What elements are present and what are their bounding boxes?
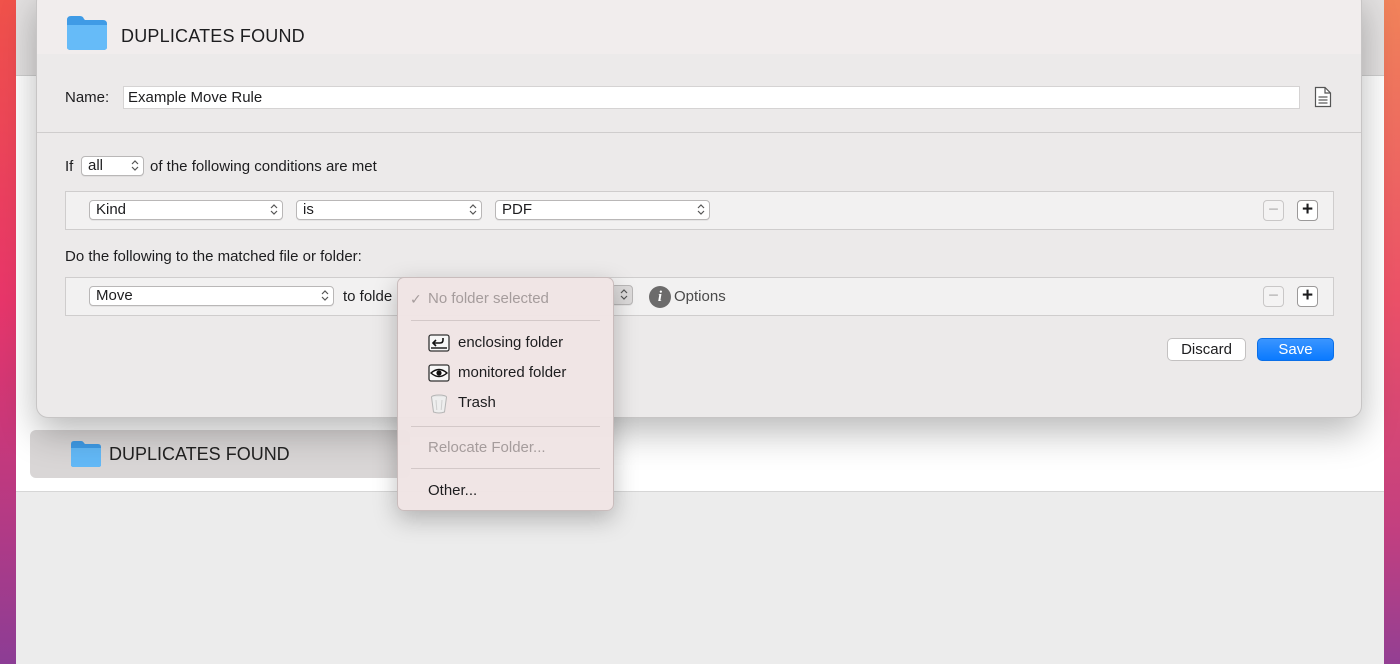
- menu-separator: [411, 426, 600, 427]
- popup-chevron-icon: [131, 159, 139, 177]
- sheet-title: DUPLICATES FOUND: [121, 26, 305, 46]
- menu-item-enclosing-folder[interactable]: enclosing folder: [398, 331, 613, 355]
- add-action-button[interactable]: +: [1297, 286, 1318, 307]
- menu-separator: [411, 468, 600, 469]
- folder-list-row-selected[interactable]: DUPLICATES FOUND: [30, 430, 410, 478]
- trash-icon: [428, 394, 450, 422]
- popup-chevron-icon: [620, 288, 628, 306]
- condition-row: Kind is PDF − +: [65, 191, 1334, 230]
- add-condition-button[interactable]: +: [1297, 200, 1318, 221]
- match-mode-popup[interactable]: all: [81, 156, 144, 176]
- if-label: If: [65, 158, 74, 175]
- condition-operator-popup[interactable]: is: [296, 200, 482, 220]
- condition-value: PDF: [502, 201, 532, 218]
- popup-chevron-icon: [270, 203, 278, 221]
- sheet-header: DUPLICATES FOUND: [37, 0, 1361, 54]
- save-button[interactable]: Save: [1257, 338, 1334, 361]
- info-icon[interactable]: i: [649, 286, 671, 308]
- menu-item-no-folder-selected: ✓ No folder selected: [398, 287, 613, 311]
- folder-icon: [70, 440, 102, 472]
- condition-attribute-value: Kind: [96, 201, 127, 218]
- name-label: Name:: [65, 89, 110, 106]
- remove-condition-button[interactable]: −: [1263, 200, 1284, 221]
- condition-value-popup[interactable]: PDF: [495, 200, 710, 220]
- rule-editor-sheet: DUPLICATES FOUND Name: If all of the fol…: [36, 0, 1362, 418]
- popup-chevron-icon: [469, 203, 477, 221]
- popup-chevron-icon: [697, 203, 705, 221]
- actions-label: Do the following to the matched file or …: [65, 248, 362, 265]
- menu-item-label: Other...: [428, 482, 478, 499]
- menu-item-other[interactable]: Other...: [398, 479, 613, 503]
- menu-item-label: No folder selected: [428, 290, 549, 307]
- enclosing-folder-icon: [428, 334, 450, 360]
- sheet-divider: [37, 132, 1361, 133]
- condition-attribute-popup[interactable]: Kind: [89, 200, 283, 220]
- popup-chevron-icon: [321, 289, 329, 307]
- match-mode-value: all: [88, 157, 104, 174]
- eye-icon: [428, 364, 450, 390]
- menu-item-label: monitored folder: [458, 364, 567, 381]
- remove-action-button[interactable]: −: [1263, 286, 1284, 307]
- discard-button[interactable]: Discard: [1167, 338, 1246, 361]
- folder-icon: [66, 15, 108, 55]
- menu-item-relocate-folder: Relocate Folder...: [398, 436, 613, 460]
- menu-item-label: enclosing folder: [458, 334, 564, 351]
- action-type-popup[interactable]: Move: [89, 286, 334, 306]
- menu-separator: [411, 320, 600, 321]
- desktop-wallpaper-right: [1382, 0, 1400, 664]
- menu-item-label: Trash: [458, 394, 496, 411]
- folder-list-row-label: DUPLICATES FOUND: [109, 444, 290, 464]
- folder-dropdown-menu: ✓ No folder selected enclosing folder mo…: [397, 277, 614, 511]
- checkmark-icon: ✓: [410, 291, 422, 307]
- action-type-value: Move: [96, 287, 133, 304]
- options-button[interactable]: Options: [674, 288, 726, 305]
- rule-name-input[interactable]: [123, 86, 1300, 109]
- condition-operator-value: is: [303, 201, 314, 218]
- menu-item-monitored-folder[interactable]: monitored folder: [398, 361, 613, 385]
- to-folder-label: to folde: [343, 288, 393, 305]
- menu-item-label: Relocate Folder...: [428, 439, 546, 456]
- destination-folder-popup[interactable]: [611, 285, 633, 305]
- menu-item-trash[interactable]: Trash: [398, 391, 613, 415]
- document-icon[interactable]: [1314, 86, 1332, 112]
- conditions-description: of the following conditions are met: [150, 158, 377, 175]
